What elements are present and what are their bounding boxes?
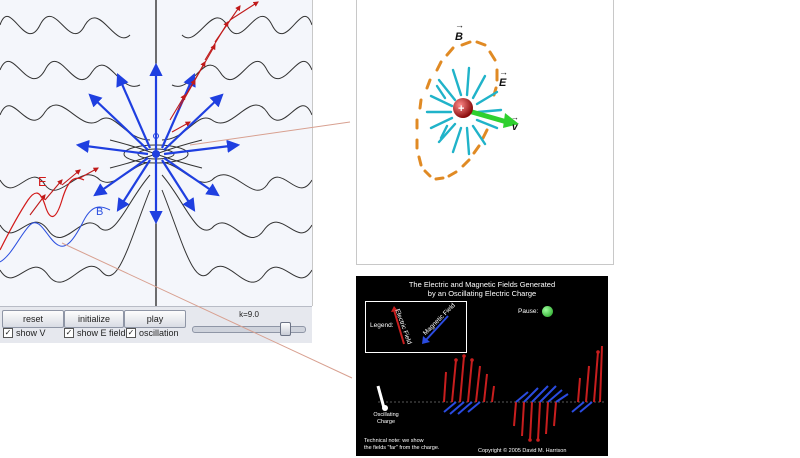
electric-field-arrows	[443, 345, 603, 441]
note-line-1: Technical note: we show	[364, 438, 424, 444]
b-vector-label: B	[455, 31, 463, 43]
charge-label-line-1: Oscillating	[373, 412, 399, 418]
note-line-2: the fields "far" from the charge.	[364, 445, 440, 451]
copyright: Copyright © 2005 David M. Harrison	[478, 448, 567, 454]
b-vector-arrow-icon: →	[455, 20, 464, 30]
charge-field-3d-view: + B → E → v →	[356, 0, 614, 265]
wave-arrows	[376, 345, 604, 442]
v-vector-arrow-icon: →	[511, 113, 519, 122]
charge-field-svg: + B → E → v →	[415, 20, 519, 181]
oscillating-charge-animation: The Electric and Magnetic Fields Generat…	[356, 276, 608, 456]
e-vector-arrow-icon: →	[499, 67, 508, 77]
charge-label: Oscillating Charge	[364, 412, 408, 426]
magnetic-field-arrows	[443, 385, 593, 415]
plus-sign-icon: +	[458, 103, 464, 115]
technical-note: Technical note: we show the fields "far"…	[364, 438, 439, 452]
e-vector-label: E	[499, 77, 507, 89]
charge-label-line-2: Charge	[376, 419, 396, 425]
charge-pointer	[376, 385, 386, 409]
oscillating-charge-dot	[382, 405, 388, 411]
